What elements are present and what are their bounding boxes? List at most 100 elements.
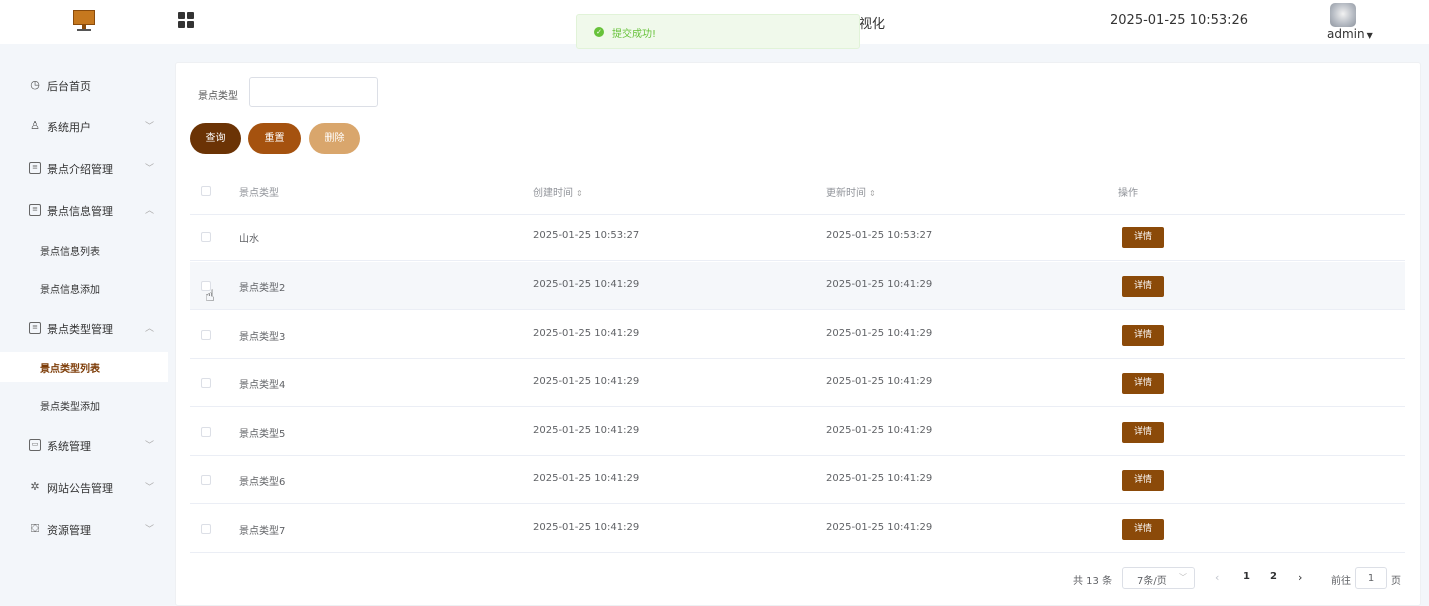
select-all-checkbox[interactable] bbox=[201, 186, 211, 196]
cell-created: 2025-01-25 10:41:29 bbox=[533, 425, 640, 436]
page-size-value: 7条/页 bbox=[1137, 576, 1167, 587]
sidebar-item-label: 景点介绍管理 bbox=[47, 163, 113, 176]
grid-icon[interactable] bbox=[178, 12, 194, 28]
chevron-down-icon: ﹀ bbox=[145, 483, 155, 493]
user-menu[interactable]: admin ▼ bbox=[1327, 27, 1373, 41]
delete-button[interactable]: 删除 bbox=[309, 123, 360, 154]
check-circle-icon: ✓ bbox=[594, 27, 604, 37]
user-icon: ♙ bbox=[30, 119, 40, 132]
detail-button[interactable]: 详情 bbox=[1122, 276, 1164, 297]
cell-created: 2025-01-25 10:41:29 bbox=[533, 376, 640, 387]
cell-created: 2025-01-25 10:41:29 bbox=[533, 328, 640, 339]
goto-page-input[interactable] bbox=[1355, 567, 1387, 589]
sidebar-item-info-list[interactable]: 景点信息列表 bbox=[0, 235, 168, 265]
chevron-down-icon: ﹀ bbox=[1179, 573, 1187, 582]
search-label: 景点类型 bbox=[198, 91, 238, 102]
cell-created: 2025-01-25 10:53:27 bbox=[533, 230, 640, 241]
detail-button[interactable]: 详情 bbox=[1122, 519, 1164, 540]
table-row: 景点类型3 2025-01-25 10:41:29 2025-01-25 10:… bbox=[190, 311, 1405, 359]
sort-icon[interactable]: ⇕ bbox=[576, 189, 583, 198]
sidebar-item-label: 景点信息管理 bbox=[47, 205, 113, 218]
chevron-down-icon: ﹀ bbox=[145, 525, 155, 535]
card-icon: ≡ bbox=[29, 322, 41, 334]
sidebar-item-dashboard[interactable]: ◷ 后台首页 bbox=[0, 67, 168, 103]
sidebar-item-notice[interactable]: ✲ 网站公告管理 ﹀ bbox=[0, 469, 168, 505]
sidebar-item-system[interactable]: ▭ 系统管理 ﹀ bbox=[0, 427, 168, 463]
sidebar-item-type-add[interactable]: 景点类型添加 bbox=[0, 390, 168, 420]
toast-message: 提交成功! bbox=[612, 29, 657, 40]
avatar[interactable] bbox=[1330, 3, 1356, 27]
next-page-button[interactable]: › bbox=[1298, 571, 1302, 584]
row-checkbox[interactable] bbox=[201, 232, 211, 242]
column-header-actions: 操作 bbox=[1118, 188, 1138, 199]
row-checkbox[interactable] bbox=[201, 378, 211, 388]
cell-type: 景点类型2 bbox=[239, 283, 286, 294]
reset-button[interactable]: 重置 bbox=[248, 123, 301, 154]
chevron-up-icon: ︿ bbox=[145, 324, 155, 334]
table-row: 景点类型7 2025-01-25 10:41:29 2025-01-25 10:… bbox=[190, 505, 1405, 553]
sidebar-item-type[interactable]: ≡ 景点类型管理 ︿ bbox=[0, 310, 168, 346]
row-checkbox[interactable] bbox=[201, 475, 211, 485]
sidebar-item-label: 系统用户 bbox=[47, 121, 91, 134]
goto-label: 前往 bbox=[1331, 576, 1351, 587]
detail-button[interactable]: 详情 bbox=[1122, 227, 1164, 248]
detail-button[interactable]: 详情 bbox=[1122, 422, 1164, 443]
column-header-label: 更新时间 bbox=[826, 188, 866, 199]
table-row: 景点类型4 2025-01-25 10:41:29 2025-01-25 10:… bbox=[190, 359, 1405, 407]
username: admin bbox=[1327, 27, 1365, 41]
cell-type: 景点类型4 bbox=[239, 380, 286, 391]
monitor-logo-icon[interactable] bbox=[73, 10, 95, 32]
row-checkbox[interactable] bbox=[201, 330, 211, 340]
card-icon: ≡ bbox=[29, 162, 41, 174]
site-title: 视化 bbox=[859, 17, 886, 32]
table-row: 景点类型5 2025-01-25 10:41:29 2025-01-25 10:… bbox=[190, 408, 1405, 456]
detail-button[interactable]: 详情 bbox=[1122, 470, 1164, 491]
sidebar-item-label: 景点类型列表 bbox=[40, 364, 100, 375]
sidebar-item-type-list[interactable]: 景点类型列表 bbox=[0, 352, 168, 382]
sidebar-item-label: 系统管理 bbox=[47, 440, 91, 453]
column-header-created[interactable]: 创建时间 ⇕ bbox=[533, 184, 583, 199]
page-size-select[interactable]: 7条/页 ﹀ bbox=[1122, 567, 1195, 589]
table-row: 景点类型6 2025-01-25 10:41:29 2025-01-25 10:… bbox=[190, 456, 1405, 504]
cell-updated: 2025-01-25 10:41:29 bbox=[826, 328, 933, 339]
sparkle-icon: ✲ bbox=[30, 480, 40, 493]
pagination-total: 共 13 条 bbox=[1073, 576, 1113, 587]
folder-icon: ▭ bbox=[29, 439, 41, 451]
row-checkbox[interactable] bbox=[201, 427, 211, 437]
query-button[interactable]: 查询 bbox=[190, 123, 241, 154]
detail-button[interactable]: 详情 bbox=[1122, 325, 1164, 346]
hand-cursor-icon: ☝ bbox=[205, 286, 215, 305]
sidebar-item-resource[interactable]: ⛋ 资源管理 ﹀ bbox=[0, 511, 168, 547]
success-toast: ✓ 提交成功! bbox=[576, 14, 860, 49]
cell-updated: 2025-01-25 10:41:29 bbox=[826, 279, 933, 290]
current-datetime: 2025-01-25 10:53:26 bbox=[1110, 13, 1249, 28]
row-checkbox[interactable] bbox=[201, 524, 211, 534]
column-header-updated[interactable]: 更新时间 ⇕ bbox=[826, 184, 876, 199]
page-number-2[interactable]: 2 bbox=[1270, 571, 1277, 582]
detail-button[interactable]: 详情 bbox=[1122, 373, 1164, 394]
sidebar-item-label: 景点信息添加 bbox=[40, 285, 100, 296]
cell-created: 2025-01-25 10:41:29 bbox=[533, 522, 640, 533]
sidebar-item-info[interactable]: ≡ 景点信息管理 ︿ bbox=[0, 192, 168, 228]
sidebar-item-label: 后台首页 bbox=[47, 80, 91, 93]
clock-icon: ◷ bbox=[30, 78, 40, 91]
search-input[interactable] bbox=[249, 77, 378, 107]
sidebar-item-label: 景点类型管理 bbox=[47, 323, 113, 336]
box-icon: ⛋ bbox=[30, 522, 40, 535]
sidebar: ◷ 后台首页 ♙ 系统用户 ﹀ ≡ 景点介绍管理 ﹀ ≡ 景点信息管理 ︿ 景点… bbox=[0, 60, 168, 606]
page-number-1[interactable]: 1 bbox=[1243, 571, 1250, 582]
page-suffix: 页 bbox=[1391, 576, 1401, 587]
sort-icon[interactable]: ⇕ bbox=[869, 189, 876, 198]
table-header-row: 景点类型 创建时间 ⇕ 更新时间 ⇕ 操作 bbox=[190, 167, 1405, 215]
sidebar-item-intro[interactable]: ≡ 景点介绍管理 ﹀ bbox=[0, 150, 168, 186]
sidebar-item-info-add[interactable]: 景点信息添加 bbox=[0, 273, 168, 303]
sidebar-item-users[interactable]: ♙ 系统用户 ﹀ bbox=[0, 108, 168, 144]
prev-page-button[interactable]: ‹ bbox=[1215, 571, 1219, 584]
cell-updated: 2025-01-25 10:41:29 bbox=[826, 425, 933, 436]
cell-type: 景点类型3 bbox=[239, 332, 286, 343]
chevron-up-icon: ︿ bbox=[145, 206, 155, 216]
caret-down-icon: ▼ bbox=[1366, 31, 1373, 40]
sidebar-item-label: 网站公告管理 bbox=[47, 482, 113, 495]
cell-type: 景点类型5 bbox=[239, 429, 286, 440]
table-row: 山水 2025-01-25 10:53:27 2025-01-25 10:53:… bbox=[190, 213, 1405, 261]
